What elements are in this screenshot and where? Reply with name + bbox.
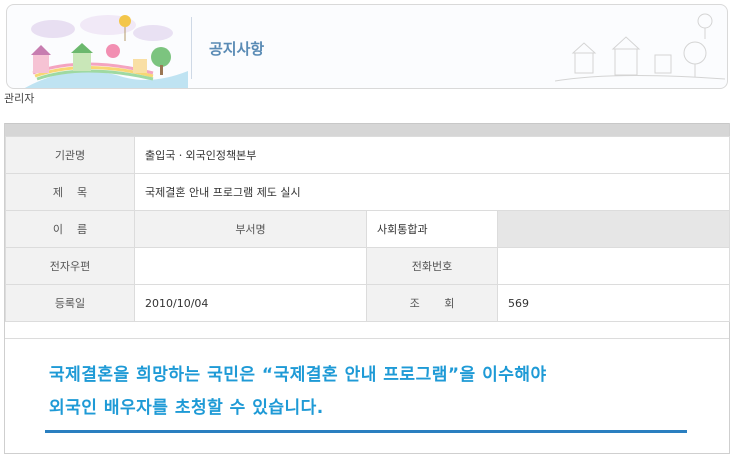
house-sketch-icon	[555, 13, 725, 82]
board-header-bar	[5, 123, 729, 136]
date-label: 등록일	[5, 284, 135, 322]
views-label: 조 회	[366, 284, 498, 322]
dept-value: 사회통합과	[366, 210, 498, 248]
table-row: 등록일 2010/10/04 조 회 569	[5, 284, 731, 322]
table-row: 기관명 출입국ㆍ외국인정책본부	[5, 136, 731, 174]
village-illustration-icon	[24, 15, 188, 88]
notice-content: 국제결혼을 희망하는 국민은 “국제결혼 안내 프로그램”을 이수해야 외국인 …	[5, 339, 729, 425]
author-name: 관리자	[4, 92, 35, 105]
date-value: 2010/10/04	[134, 284, 367, 322]
table-row: 이 름 부서명 사회통합과	[5, 210, 731, 248]
content-line: 국제결혼을 희망하는 국민은 “국제결혼 안내 프로그램”을 이수해야	[49, 365, 547, 385]
page-title: 공지사항	[209, 40, 265, 58]
subject-value: 국제결혼 안내 프로그램 제도 실시	[133, 173, 731, 211]
banner-divider	[191, 17, 192, 79]
subject-label: 제 목	[5, 173, 135, 211]
agency-label: 기관명	[5, 136, 135, 174]
notice-info-table: 기관명 출입국ㆍ외국인정책본부 제 목 국제결혼 안내 프로그램 제도 실시 이…	[5, 136, 731, 322]
phone-label: 전화번호	[366, 247, 498, 285]
notice-detail-board: 기관명 출입국ㆍ외국인정책본부 제 목 국제결혼 안내 프로그램 제도 실시 이…	[4, 123, 731, 454]
content-line: 외국인 배우자를 초청할 수 있습니다.	[49, 398, 324, 418]
table-row: 제 목 국제결혼 안내 프로그램 제도 실시	[5, 173, 731, 211]
content-underline	[45, 430, 687, 433]
email-label: 전자우편	[5, 247, 135, 285]
content-separator	[5, 322, 729, 339]
views-value: 569	[496, 284, 731, 322]
dept-label: 부서명	[134, 210, 367, 248]
notice-banner: 공지사항	[6, 4, 728, 89]
email-value	[134, 247, 367, 285]
name-label: 이 름	[5, 210, 135, 248]
phone-value	[496, 247, 731, 285]
empty-cell	[496, 210, 731, 248]
agency-value: 출입국ㆍ외국인정책본부	[133, 136, 731, 174]
table-row: 전자우편 전화번호	[5, 247, 731, 285]
